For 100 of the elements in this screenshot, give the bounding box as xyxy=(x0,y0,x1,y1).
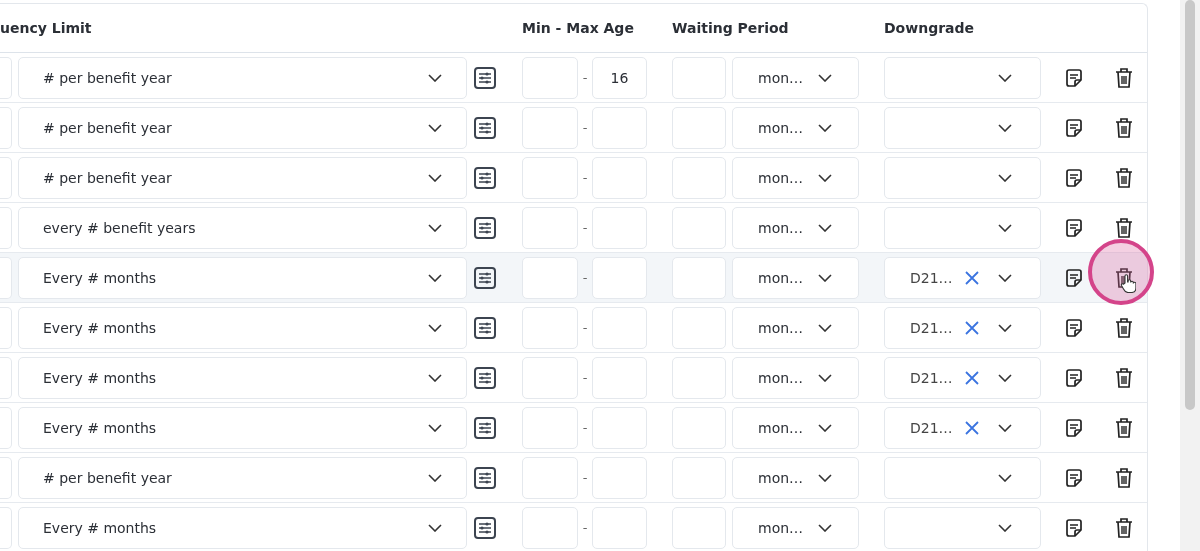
frequency-select[interactable]: every # benefit years xyxy=(18,206,467,249)
min-age-field[interactable] xyxy=(522,406,578,449)
frequency-select[interactable]: # per benefit year xyxy=(18,56,467,99)
input-field[interactable] xyxy=(0,156,12,199)
clear-icon[interactable] xyxy=(964,269,980,286)
unit-select[interactable]: mon… xyxy=(732,156,859,199)
waiting-period-field[interactable] xyxy=(672,356,726,399)
frequency-select[interactable]: Every # months xyxy=(18,406,467,449)
max-age-field[interactable]: 16 xyxy=(592,56,647,99)
waiting-period-field[interactable] xyxy=(672,456,726,499)
waiting-period-field[interactable] xyxy=(672,506,726,549)
input-field[interactable] xyxy=(0,356,12,399)
max-age-field[interactable] xyxy=(592,506,647,549)
downgrade-select[interactable] xyxy=(884,56,1041,99)
waiting-period-field[interactable] xyxy=(672,206,726,249)
max-age-field[interactable] xyxy=(592,106,647,149)
clear-icon[interactable] xyxy=(964,419,980,436)
min-age-field[interactable] xyxy=(522,506,578,549)
waiting-period-field[interactable] xyxy=(672,56,726,99)
note-icon[interactable] xyxy=(1064,67,1084,88)
settings-icon[interactable] xyxy=(473,465,497,490)
downgrade-select[interactable] xyxy=(884,106,1041,149)
scrollbar[interactable] xyxy=(1180,0,1200,551)
note-icon[interactable] xyxy=(1064,117,1084,138)
delete-icon[interactable] xyxy=(1114,66,1134,89)
downgrade-select[interactable]: D21… xyxy=(884,256,1041,299)
min-age-field[interactable] xyxy=(522,356,578,399)
downgrade-select[interactable]: D21… xyxy=(884,406,1041,449)
clear-icon[interactable] xyxy=(964,319,980,336)
frequency-select[interactable]: Every # months xyxy=(18,256,467,299)
waiting-period-field[interactable] xyxy=(672,256,726,299)
frequency-select[interactable]: Every # months xyxy=(18,356,467,399)
min-age-field[interactable] xyxy=(522,206,578,249)
waiting-period-field[interactable] xyxy=(672,156,726,199)
note-icon[interactable] xyxy=(1064,467,1084,488)
unit-select[interactable]: mon… xyxy=(732,206,859,249)
settings-icon[interactable] xyxy=(473,65,497,90)
waiting-period-field[interactable] xyxy=(672,406,726,449)
unit-select[interactable]: mon… xyxy=(732,306,859,349)
unit-select[interactable]: mon… xyxy=(732,406,859,449)
note-icon[interactable] xyxy=(1064,367,1084,388)
settings-icon[interactable] xyxy=(473,215,497,240)
unit-select[interactable]: mon… xyxy=(732,456,859,499)
unit-select[interactable]: mon… xyxy=(732,506,859,549)
max-age-field[interactable] xyxy=(592,456,647,499)
min-age-field[interactable] xyxy=(522,456,578,499)
max-age-field[interactable] xyxy=(592,306,647,349)
downgrade-select[interactable] xyxy=(884,506,1041,549)
note-icon[interactable] xyxy=(1064,217,1084,238)
downgrade-select[interactable] xyxy=(884,206,1041,249)
input-field[interactable] xyxy=(0,456,12,499)
settings-icon[interactable] xyxy=(473,165,497,190)
settings-icon[interactable] xyxy=(473,365,497,390)
settings-icon[interactable] xyxy=(473,115,497,140)
delete-icon[interactable] xyxy=(1114,266,1134,289)
min-age-field[interactable] xyxy=(522,306,578,349)
delete-icon[interactable] xyxy=(1114,116,1134,139)
note-icon[interactable] xyxy=(1064,517,1084,538)
unit-select[interactable]: mon… xyxy=(732,56,859,99)
frequency-select[interactable]: Every # months xyxy=(18,506,467,549)
input-field[interactable] xyxy=(0,256,12,299)
note-icon[interactable] xyxy=(1064,167,1084,188)
settings-icon[interactable] xyxy=(473,515,497,540)
note-icon[interactable] xyxy=(1064,317,1084,338)
downgrade-select[interactable]: D21… xyxy=(884,356,1041,399)
input-field[interactable] xyxy=(0,56,12,99)
settings-icon[interactable] xyxy=(473,415,497,440)
max-age-field[interactable] xyxy=(592,356,647,399)
input-field[interactable] xyxy=(0,106,12,149)
note-icon[interactable] xyxy=(1064,417,1084,438)
frequency-select[interactable]: # per benefit year xyxy=(18,156,467,199)
delete-icon[interactable] xyxy=(1114,316,1134,339)
downgrade-select[interactable]: D21… xyxy=(884,306,1041,349)
max-age-field[interactable] xyxy=(592,406,647,449)
min-age-field[interactable] xyxy=(522,56,578,99)
note-icon[interactable] xyxy=(1064,267,1084,288)
clear-icon[interactable] xyxy=(964,369,980,386)
settings-icon[interactable] xyxy=(473,315,497,340)
delete-icon[interactable] xyxy=(1114,416,1134,439)
input-field[interactable] xyxy=(0,406,12,449)
input-field[interactable] xyxy=(0,206,12,249)
min-age-field[interactable] xyxy=(522,156,578,199)
input-field[interactable] xyxy=(0,306,12,349)
min-age-field[interactable] xyxy=(522,256,578,299)
frequency-select[interactable]: # per benefit year xyxy=(18,456,467,499)
max-age-field[interactable] xyxy=(592,156,647,199)
delete-icon[interactable] xyxy=(1114,466,1134,489)
max-age-field[interactable] xyxy=(592,206,647,249)
unit-select[interactable]: mon… xyxy=(732,106,859,149)
downgrade-select[interactable] xyxy=(884,456,1041,499)
unit-select[interactable]: mon… xyxy=(732,256,859,299)
delete-icon[interactable] xyxy=(1114,516,1134,539)
downgrade-select[interactable] xyxy=(884,156,1041,199)
settings-icon[interactable] xyxy=(473,265,497,290)
input-field[interactable] xyxy=(0,506,12,549)
delete-icon[interactable] xyxy=(1114,216,1134,239)
frequency-select[interactable]: # per benefit year xyxy=(18,106,467,149)
delete-icon[interactable] xyxy=(1114,366,1134,389)
unit-select[interactable]: mon… xyxy=(732,356,859,399)
delete-icon[interactable] xyxy=(1114,166,1134,189)
